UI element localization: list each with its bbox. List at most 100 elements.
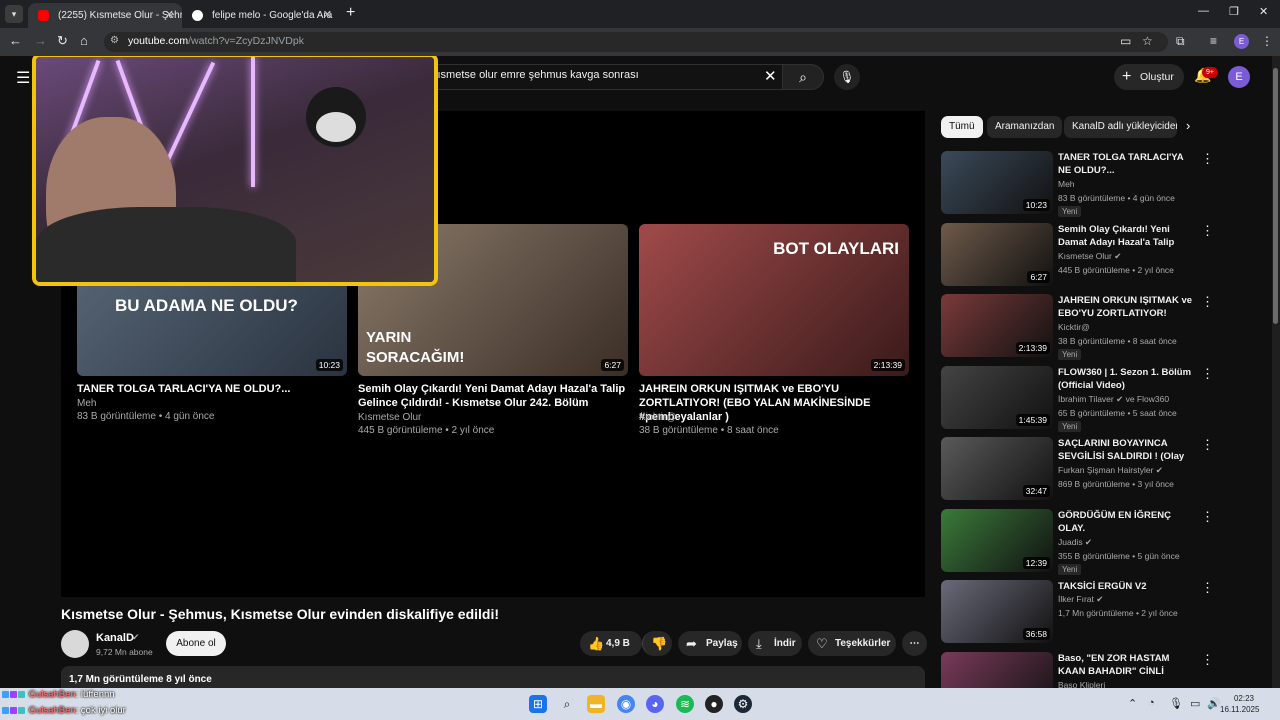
like-button[interactable]: 👍 4,9 B (580, 631, 642, 656)
recommendation-title[interactable]: GÖRDÜĞÜM EN İĞRENÇ OLAY. (1058, 509, 1193, 535)
more-actions-button[interactable]: ⋯ (902, 631, 927, 656)
close-tab-icon[interactable]: ✕ (323, 3, 332, 28)
recommendation-thumbnail[interactable]: 32:47 (941, 437, 1053, 500)
discord-icon[interactable]: ◕ (646, 695, 664, 713)
close-tab-icon[interactable]: ✕ (165, 3, 174, 28)
download-button[interactable]: ⤓ İndir (748, 631, 802, 656)
system-clock[interactable]: 02:23 16.11.2025 (1220, 693, 1259, 715)
recommendation-item[interactable]: 1:45:39 FLOW360 | 1. Sezon 1. Bölüm (Offi… (941, 365, 1271, 432)
channel-name[interactable]: KanalD (96, 632, 134, 644)
tab-google[interactable]: felipe melo - Google'da Ara ✕ (182, 3, 340, 28)
recommendation-item[interactable]: 12:39 GÖRDÜĞÜM EN İĞRENÇ OLAY. Juadis ✔ 355… (941, 508, 1271, 575)
recommendation-item[interactable]: Baso, "EN ZOR HASTAM KAAN BAHADIR" CİNLİ… (941, 651, 1271, 689)
recommendation-channel[interactable]: Kicktir@ (1058, 322, 1090, 332)
endscreen-title[interactable]: JAHREIN ORKUN IŞITMAK ve EBO'YU ZORTLATI… (639, 382, 909, 424)
recommendation-thumbnail[interactable]: 2:13:39 (941, 294, 1053, 357)
subscribe-button[interactable]: Abone ol (166, 631, 226, 656)
recommendation-channel[interactable]: İbrahim Tilaver ✔ ve Flow360 (1058, 394, 1169, 405)
minimize-button[interactable]: — (1198, 5, 1209, 17)
recommendation-channel[interactable]: Meh (1058, 179, 1075, 189)
chrome-icon[interactable]: ◉ (617, 695, 635, 713)
recommendation-title[interactable]: Baso, "EN ZOR HASTAM KAAN BAHADIR" CİNLİ… (1058, 652, 1193, 678)
clear-search-icon[interactable]: ✕ (764, 67, 777, 85)
more-options-icon[interactable]: ⋮ (1201, 366, 1214, 382)
tab-youtube[interactable]: (2255) Kısmetse Olur - Şehmus ✕ (28, 3, 182, 28)
more-options-icon[interactable]: ⋮ (1201, 151, 1214, 167)
share-button[interactable]: ➦ Paylaş (678, 631, 742, 656)
media-control-icon[interactable]: ≡ (1210, 34, 1217, 48)
tray-app-icon[interactable]: ◔ (1148, 697, 1155, 709)
tray-chevron-up-icon[interactable]: ⌃ (1128, 697, 1137, 710)
steam-icon[interactable]: ⚙ (734, 695, 752, 713)
reload-icon[interactable]: ↻ (57, 33, 68, 49)
recommendation-item[interactable]: 10:23 TANER TOLGA TARLACI'YA NE OLDU?... M… (941, 151, 1271, 217)
recommendation-item[interactable]: 32:47 SAÇLARINI BOYAYINCA SEVGİLİSİ SALDI… (941, 437, 1271, 501)
endscreen-title[interactable]: Semih Olay Çıkardı! Yeni Damat Adayı Haz… (358, 382, 628, 410)
chip-all[interactable]: Tümü (941, 116, 983, 138)
menu-icon[interactable]: ☰ (16, 68, 30, 88)
recommendation-thumbnail[interactable]: 36:58 (941, 580, 1053, 643)
forward-icon[interactable]: → (34, 33, 47, 48)
browser-profile-avatar[interactable]: E (1234, 34, 1249, 49)
endscreen-title[interactable]: TANER TOLGA TARLACI'YA NE OLDU?... (77, 382, 347, 396)
recommendation-item[interactable]: 36:58 TAKSİCİ ERGÜN V2 İlker Fırat ✔ 1,7 Mn… (941, 580, 1271, 644)
recommendation-channel[interactable]: Furkan Şişman Hairstyler ✔ (1058, 465, 1163, 476)
account-avatar[interactable]: E (1228, 66, 1250, 88)
recommendation-thumbnail[interactable]: 1:45:39 (941, 365, 1053, 429)
start-windows-icon[interactable]: ⊞ (529, 695, 547, 713)
home-icon[interactable]: ⌂ (80, 33, 88, 48)
new-tab-button[interactable]: + (346, 4, 355, 22)
recommendation-channel[interactable]: İlker Fırat ✔ (1058, 594, 1103, 605)
file-explorer-icon[interactable]: ▬ (587, 695, 605, 713)
extensions-icon[interactable]: ⧉ (1176, 34, 1185, 49)
url-text[interactable]: youtube.com/watch?v=ZcyDzJNVDpk (128, 35, 304, 47)
chevron-right-icon[interactable]: › (1186, 118, 1190, 133)
recommendation-channel[interactable]: Juadis ✔ (1058, 537, 1092, 548)
more-options-icon[interactable]: ⋮ (1201, 652, 1214, 668)
more-options-icon[interactable]: ⋮ (1201, 223, 1214, 239)
endscreen-card-thumbnail[interactable]: BOT OLAYLARI 2:13:39 (639, 224, 909, 376)
recommendation-thumbnail[interactable]: 10:23 (941, 151, 1053, 214)
recommendation-title[interactable]: TANER TOLGA TARLACI'YA NE OLDU?... (1058, 151, 1193, 177)
maximize-button[interactable]: ❐ (1229, 5, 1239, 18)
more-options-icon[interactable]: ⋮ (1201, 437, 1214, 453)
recommendation-title[interactable]: Semih Olay Çıkardı! Yeni Damat Adayı Haz… (1058, 223, 1193, 249)
voice-search-button[interactable]: 🎙 (834, 64, 860, 90)
recommendation-title[interactable]: SAÇLARINI BOYAYINCA SEVGİLİSİ SALDIRDI !… (1058, 437, 1193, 463)
tab-search-icon[interactable]: ▾ (5, 5, 23, 23)
bookmark-star-icon[interactable]: ☆ (1142, 34, 1153, 48)
recommendation-channel[interactable]: Kısmetse Olur ✔ (1058, 251, 1121, 262)
back-icon[interactable]: ← (9, 33, 22, 48)
thanks-button[interactable]: ♡ Teşekkürler (808, 631, 896, 656)
recommendation-thumbnail[interactable]: 6:27 (941, 222, 1053, 286)
more-options-icon[interactable]: ⋮ (1201, 580, 1214, 596)
chip-from-search[interactable]: Aramanızdan (987, 116, 1063, 138)
spotify-icon[interactable]: ≋ (676, 695, 694, 713)
chip-uploader[interactable]: KanalD adlı yükleyiciden (1064, 116, 1177, 138)
recommendation-title[interactable]: FLOW360 | 1. Sezon 1. Bölüm (Official Vi… (1058, 366, 1193, 392)
more-options-icon[interactable]: ⋮ (1201, 294, 1214, 310)
window-close-button[interactable]: ✕ (1259, 5, 1268, 18)
taskbar-search-icon[interactable]: ⌕ (558, 695, 576, 713)
create-button[interactable]: + Oluştur (1114, 64, 1184, 90)
recommendation-thumbnail[interactable] (941, 651, 1053, 688)
recommendation-title[interactable]: JAHREIN ORKUN IŞITMAK ve EBO'YU ZORTLATI… (1058, 294, 1193, 320)
recommendation-item[interactable]: 2:13:39 JAHREIN ORKUN IŞITMAK ve EBO'YU Z… (941, 294, 1271, 360)
tray-microphone-icon[interactable]: 🎙 (1169, 697, 1183, 710)
scrollbar-thumb[interactable] (1273, 68, 1278, 324)
recommendation-item[interactable]: 6:27 Semih Olay Çıkardı! Yeni Damat Adayı… (941, 222, 1271, 287)
site-info-icon[interactable]: ⚙ (110, 35, 119, 46)
volume-icon[interactable]: 🔊 (1207, 697, 1221, 710)
search-query[interactable]: kısmetse olur emre şehmus kavga sonrası (432, 69, 639, 81)
recommendation-channel[interactable]: Başo Klipleri (1058, 680, 1105, 689)
browser-menu-icon[interactable]: ⋮ (1261, 34, 1273, 48)
more-options-icon[interactable]: ⋮ (1201, 509, 1214, 525)
channel-avatar[interactable] (61, 630, 89, 658)
network-icon[interactable]: ▭ (1190, 697, 1200, 710)
recommendation-title[interactable]: TAKSİCİ ERGÜN V2 (1058, 580, 1193, 593)
obs-icon[interactable]: ● (705, 695, 723, 713)
dislike-button[interactable]: 👎 (642, 631, 672, 656)
recommendation-thumbnail[interactable]: 12:39 (941, 508, 1053, 572)
cast-icon[interactable]: ▭ (1120, 34, 1131, 48)
search-button[interactable]: ⌕ (782, 64, 824, 90)
